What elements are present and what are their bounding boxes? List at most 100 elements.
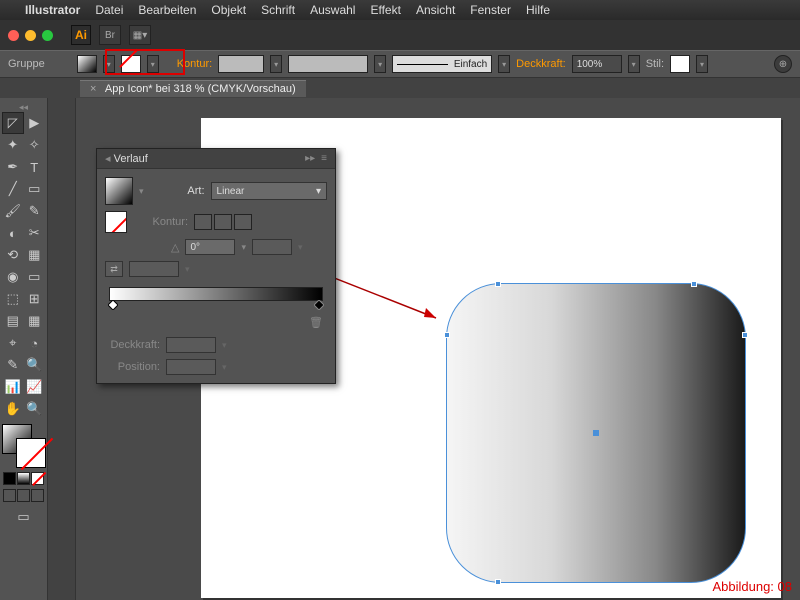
- brush-field[interactable]: Einfach: [392, 55, 492, 73]
- lasso-tool[interactable]: ✧: [24, 134, 46, 156]
- line-tool[interactable]: ╱: [2, 178, 24, 200]
- opacity-label[interactable]: Deckkraft:: [516, 58, 566, 70]
- menu-schrift[interactable]: Schrift: [261, 3, 295, 17]
- eraser-tool[interactable]: ✂: [24, 222, 46, 244]
- zoom-tool[interactable]: 🔍: [24, 398, 46, 420]
- hand-tool[interactable]: ✋: [2, 398, 24, 420]
- delete-stop-icon[interactable]: 🗑: [309, 317, 323, 329]
- stroke-indicator[interactable]: [16, 438, 46, 468]
- stroke-profile-dropdown[interactable]: ▾: [374, 55, 386, 73]
- opacity-dropdown[interactable]: ▾: [628, 55, 640, 73]
- gradient-panel[interactable]: ◂ Verlauf ▸▸ ≡ ▾ Art: Linear▾ Kontur: △ …: [96, 148, 336, 384]
- width-tool[interactable]: ◉: [2, 266, 24, 288]
- free-transform-tool[interactable]: ▭: [24, 266, 46, 288]
- anchor-point[interactable]: [742, 332, 748, 338]
- arrange-documents-button[interactable]: ▦▾: [129, 25, 151, 45]
- menu-auswahl[interactable]: Auswahl: [310, 3, 355, 17]
- column-graph-tool[interactable]: 🔍: [24, 354, 46, 376]
- artboard-tool[interactable]: 📊: [2, 376, 24, 398]
- gradient-preview-dropdown[interactable]: ▾: [139, 186, 144, 197]
- eyedropper-tool[interactable]: ⌖: [2, 332, 24, 354]
- fill-swatch[interactable]: [77, 55, 97, 73]
- slice-tool[interactable]: 📈: [24, 376, 46, 398]
- gradient-panel-header[interactable]: ◂ Verlauf ▸▸ ≡: [97, 149, 335, 169]
- blend-tool[interactable]: ◔: [24, 332, 46, 354]
- type-tool[interactable]: T: [24, 156, 46, 178]
- pencil-tool[interactable]: ✎: [24, 200, 46, 222]
- stroke-gradient-within[interactable]: [194, 214, 212, 230]
- stroke-swatch[interactable]: [121, 55, 141, 73]
- magic-wand-tool[interactable]: ✦: [2, 134, 24, 156]
- center-point[interactable]: [593, 430, 599, 436]
- app-name-menu[interactable]: Illustrator: [25, 3, 80, 17]
- fill-mode-gradient[interactable]: [17, 472, 30, 485]
- gradient-angle-field[interactable]: 0°: [185, 239, 235, 255]
- opacity-field[interactable]: 100%: [572, 55, 622, 73]
- stroke-dropdown[interactable]: ▾: [147, 55, 159, 73]
- menu-hilfe[interactable]: Hilfe: [526, 3, 550, 17]
- menu-datei[interactable]: Datei: [95, 3, 123, 17]
- anchor-point[interactable]: [444, 332, 450, 338]
- tools-panel-handle[interactable]: ◂◂: [2, 102, 45, 112]
- menu-ansicht[interactable]: Ansicht: [416, 3, 455, 17]
- app-titlebar: Ai Br ▦▾: [0, 20, 800, 50]
- graphic-style-swatch[interactable]: [670, 55, 690, 73]
- menu-objekt[interactable]: Objekt: [211, 3, 246, 17]
- fill-dropdown[interactable]: ▾: [103, 55, 115, 73]
- draw-behind[interactable]: [17, 489, 30, 502]
- gradient-tool[interactable]: ▦: [24, 310, 46, 332]
- menu-fenster[interactable]: Fenster: [470, 3, 511, 17]
- shape-builder-tool[interactable]: ⬚: [2, 288, 24, 310]
- angle-dropdown[interactable]: ▾: [241, 242, 246, 253]
- graphic-style-dropdown[interactable]: ▾: [696, 55, 708, 73]
- brush-dropdown[interactable]: ▾: [498, 55, 510, 73]
- stroke-label[interactable]: Kontur:: [177, 58, 212, 70]
- gradient-slider[interactable]: [109, 287, 323, 301]
- gradient-stroke-swatch[interactable]: [105, 211, 127, 233]
- fill-mode-none[interactable]: [31, 472, 44, 485]
- mesh-tool[interactable]: ▤: [2, 310, 24, 332]
- gradient-preview-swatch[interactable]: [105, 177, 133, 205]
- direct-selection-tool[interactable]: ▶: [24, 112, 46, 134]
- reverse-gradient-button[interactable]: ⇄: [105, 261, 123, 277]
- stroke-weight-dropdown[interactable]: ▾: [270, 55, 282, 73]
- stroke-profile-field[interactable]: [288, 55, 368, 73]
- rotate-tool[interactable]: ⟲: [2, 244, 24, 266]
- close-tab-icon[interactable]: ×: [90, 83, 96, 95]
- rectangle-tool[interactable]: ▭: [24, 178, 46, 200]
- control-bar-more-icon[interactable]: ⊕: [774, 55, 792, 73]
- stroke-gradient-along[interactable]: [214, 214, 232, 230]
- fill-mode-solid[interactable]: [3, 472, 16, 485]
- anchor-point[interactable]: [691, 281, 697, 287]
- anchor-point[interactable]: [495, 579, 501, 585]
- menu-effekt[interactable]: Effekt: [370, 3, 400, 17]
- selection-tool[interactable]: ◸: [2, 112, 24, 134]
- rounded-rectangle-object[interactable]: [446, 283, 746, 583]
- panel-collapse-icon[interactable]: ▸▸: [305, 153, 315, 164]
- pen-tool[interactable]: ✒: [2, 156, 24, 178]
- selection-type-label: Gruppe: [8, 58, 45, 70]
- panel-menu-icon[interactable]: ≡: [321, 153, 327, 164]
- gradient-stop-end[interactable]: [314, 300, 324, 310]
- scale-tool[interactable]: ▦: [24, 244, 46, 266]
- minimize-window-button[interactable]: [25, 30, 36, 41]
- gradient-type-select[interactable]: Linear▾: [211, 182, 327, 200]
- perspective-tool[interactable]: ⊞: [24, 288, 46, 310]
- document-tab-label: App Icon* bei 318 % (CMYK/Vorschau): [105, 83, 296, 95]
- draw-normal[interactable]: [3, 489, 16, 502]
- zoom-window-button[interactable]: [42, 30, 53, 41]
- blob-brush-tool[interactable]: ◐: [2, 222, 24, 244]
- gradient-stop-start[interactable]: [108, 300, 118, 310]
- close-window-button[interactable]: [8, 30, 19, 41]
- fill-stroke-indicator[interactable]: [2, 424, 46, 468]
- anchor-point[interactable]: [495, 281, 501, 287]
- bridge-button[interactable]: Br: [99, 25, 121, 45]
- stroke-weight-field[interactable]: [218, 55, 264, 73]
- screen-mode-button[interactable]: ▭: [13, 506, 35, 528]
- stroke-gradient-across[interactable]: [234, 214, 252, 230]
- menu-bearbeiten[interactable]: Bearbeiten: [138, 3, 196, 17]
- document-tab[interactable]: × App Icon* bei 318 % (CMYK/Vorschau): [80, 80, 306, 97]
- draw-inside[interactable]: [31, 489, 44, 502]
- paintbrush-tool[interactable]: 🖌: [2, 200, 24, 222]
- symbol-sprayer-tool[interactable]: ✎: [2, 354, 24, 376]
